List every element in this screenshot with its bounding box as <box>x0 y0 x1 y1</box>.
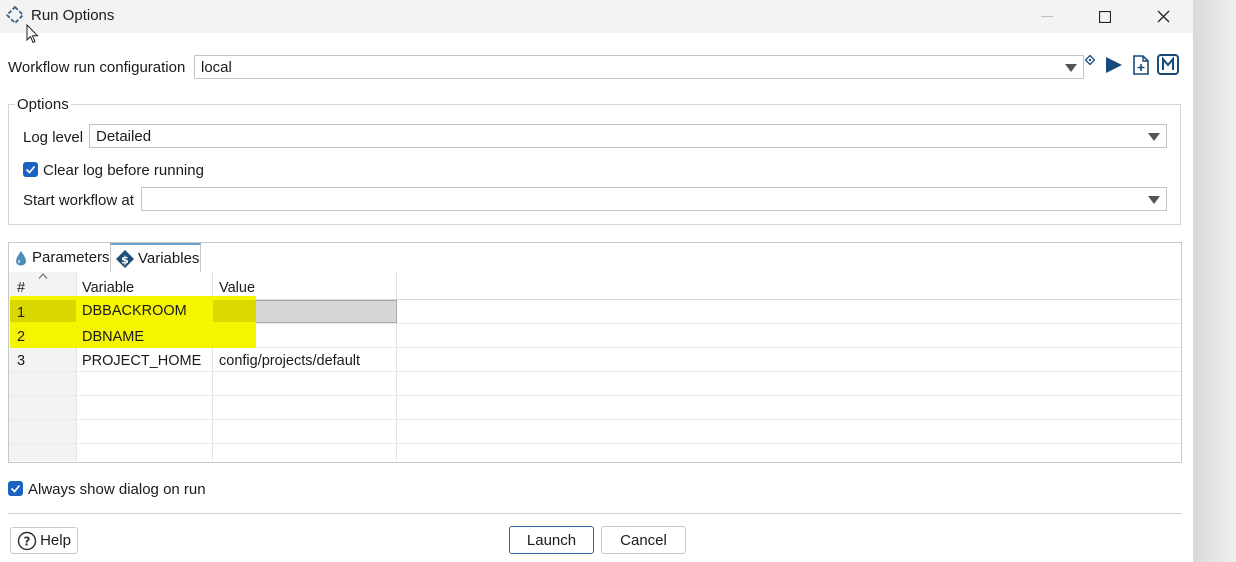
svg-text:$: $ <box>121 253 129 266</box>
column-header-variable[interactable]: Variable <box>82 280 134 296</box>
close-icon <box>1157 10 1169 23</box>
chevron-down-icon <box>1065 64 1077 72</box>
launch-button[interactable]: Launch <box>509 526 594 554</box>
run-config-value: local <box>201 59 232 76</box>
start-workflow-select[interactable] <box>141 187 1167 211</box>
mouse-cursor-icon <box>26 24 39 44</box>
dollar-icon: $ <box>116 249 134 268</box>
row-1-num: 1 <box>17 305 26 321</box>
column-header-num[interactable]: # <box>17 280 25 296</box>
row-divider <box>9 419 1181 420</box>
tab-parameters[interactable]: Parameters <box>9 243 110 272</box>
footer-divider <box>8 513 1182 514</box>
options-group-title: Options <box>15 96 71 113</box>
play-icon[interactable] <box>1105 56 1123 74</box>
help-button[interactable]: ? Help <box>10 527 78 554</box>
checkmark-icon <box>25 165 36 174</box>
row-divider <box>9 443 1181 444</box>
checkmark-icon <box>10 484 21 493</box>
cancel-button[interactable]: Cancel <box>601 526 686 554</box>
tab-variables[interactable]: $ Variables <box>110 243 201 272</box>
row-2-variable[interactable]: DBNAME <box>82 329 144 345</box>
highlight-marker-selected-cell <box>213 300 256 322</box>
parameters-icon <box>16 250 26 265</box>
cancel-button-label: Cancel <box>620 531 667 549</box>
minimize-button[interactable] <box>1024 0 1070 33</box>
m-icon[interactable] <box>1157 54 1179 75</box>
always-show-checkbox[interactable] <box>8 481 23 496</box>
window-title: Run Options <box>31 7 115 24</box>
start-workflow-label: Start workflow at <box>23 192 134 209</box>
help-icon: ? <box>17 531 37 550</box>
column-header-value[interactable]: Value <box>219 280 255 296</box>
row-divider <box>9 371 1181 372</box>
close-button[interactable] <box>1140 0 1186 33</box>
always-show-label: Always show dialog on run <box>28 481 206 498</box>
run-options-dialog: Run Options Workflow run configuration l… <box>0 0 1193 562</box>
minimize-icon <box>1041 15 1053 17</box>
maximize-icon <box>1099 10 1111 23</box>
row-3-variable[interactable]: PROJECT_HOME <box>82 353 201 369</box>
new-file-icon[interactable] <box>1132 55 1150 75</box>
tab-variables-label: Variables <box>138 250 200 267</box>
run-config-label: Workflow run configuration <box>8 59 186 76</box>
row-divider <box>9 395 1181 396</box>
launch-button-label: Launch <box>526 531 577 549</box>
row-3-num: 3 <box>17 353 26 369</box>
diamond-app-icon <box>6 6 24 24</box>
diamond-small-icon[interactable] <box>1085 55 1095 65</box>
maximize-button[interactable] <box>1082 0 1128 33</box>
clear-log-label: Clear log before running <box>43 162 204 179</box>
sort-ascending-icon[interactable] <box>38 273 48 279</box>
background-window-edge <box>1193 0 1236 562</box>
title-bar: Run Options <box>0 0 1193 33</box>
clear-log-checkbox[interactable] <box>23 162 38 177</box>
row-2-num: 2 <box>17 329 26 345</box>
log-level-label: Log level <box>23 129 84 146</box>
help-button-label: Help <box>40 532 71 549</box>
chevron-down-icon <box>1148 196 1160 204</box>
log-level-value: Detailed <box>96 128 152 145</box>
log-level-select[interactable]: Detailed <box>89 124 1167 148</box>
row-1-variable[interactable]: DBBACKROOM <box>82 303 187 319</box>
row-3-value[interactable]: config/projects/default <box>219 353 360 369</box>
tab-parameters-label: Parameters <box>32 249 110 266</box>
chevron-down-icon <box>1148 133 1160 141</box>
run-config-select[interactable]: local <box>194 55 1084 79</box>
svg-text:?: ? <box>24 534 31 548</box>
